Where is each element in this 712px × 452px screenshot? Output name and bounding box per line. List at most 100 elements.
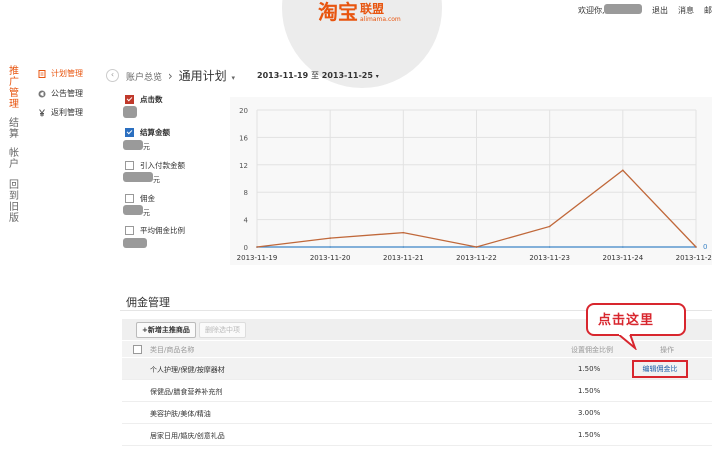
metric-checkbox[interactable] [125,95,134,104]
nav-promotion[interactable]: 推广管理 [9,66,21,110]
subnav-rebate-label: 返利管理 [51,108,83,117]
add-product-button[interactable]: +新增主推商品 [136,322,196,338]
metric-checkbox[interactable] [125,194,134,203]
metric-unit: 元 [153,176,160,184]
yen-icon [39,108,45,116]
row-ratio: 1.50% [578,387,601,395]
table-row[interactable]: 个人护理/保健/按摩器材 1.50% [122,358,712,380]
row-category: 保健品/膳食营养补充剂 [150,388,223,396]
select-all-checkbox[interactable] [133,345,142,354]
chart-area: 0 4 8 12 16 20 2013-11-19 2013-11-20 2013-11-21 2… [230,97,712,265]
data-point [548,225,551,228]
y-tick-label: 4 [244,217,249,225]
commission-section-title: 佣金管理 [126,296,170,309]
metric-unit: 元 [143,143,150,151]
logo-domain-text: alimama.com [360,16,401,23]
subnav-plan-management[interactable]: 计划管理 [38,68,83,79]
breadcrumb: 账户总览 › 通用计划 ▾ [126,67,235,84]
data-point [256,246,258,248]
column-action: 操作 [660,346,674,354]
username-masked [604,4,642,14]
table-row[interactable]: 美容护肤/美体/精油 3.00% [122,402,712,424]
metric-commission[interactable]: 佣金 [125,193,155,204]
metric-value-masked [123,106,137,118]
logo-main-text: 淘宝 [318,0,358,24]
data-point [548,246,551,248]
breadcrumb-parent[interactable]: 账户总览 [126,73,162,83]
metric-settlement-amount[interactable]: 结算金额 [125,127,170,138]
chevron-left-icon: ‹ [110,70,115,79]
row-category: 居家日用/婚庆/创意礼品 [150,432,225,440]
bullhorn-icon [38,90,46,97]
chevron-down-icon[interactable]: ▾ [231,74,235,82]
logout-link[interactable]: 退出 [652,5,668,16]
data-point [622,246,624,248]
metric-value-masked [123,238,147,248]
alimama-logo[interactable]: 淘宝 联盟 alimama.com [318,1,401,23]
x-tick-label: 2013-11-21 [383,254,424,262]
metric-value-masked [123,172,153,182]
subnav-announcement-label: 公告管理 [51,89,83,98]
row-category: 个人护理/保健/按摩器材 [150,366,225,374]
data-point [402,246,405,248]
metric-label: 结算金额 [140,128,170,137]
metric-label: 点击数 [140,95,163,104]
data-point [475,246,478,248]
row-ratio: 1.50% [578,431,601,439]
x-tick-label: 2013-11-22 [456,254,497,262]
mail-link[interactable]: 邮 [704,5,712,16]
annotation-text: 点击这里 [598,313,655,328]
nav-old-version[interactable]: 回到旧版 [9,180,21,224]
data-point [695,246,697,248]
welcome-text: 欢迎你, [578,6,605,15]
y-tick-label: 20 [239,107,248,115]
row-ratio: 3.00% [578,409,601,417]
table-row[interactable]: 保健品/膳食营养补充剂 1.50% [122,380,712,402]
table-row[interactable]: 居家日用/婚庆/创意礼品 1.50% [122,424,712,446]
collapse-sidebar-button[interactable]: ‹ [106,69,119,82]
subnav-announcement[interactable]: 公告管理 [38,88,83,99]
date-end: 2013-11-25 [321,71,373,80]
breadcrumb-separator: › [167,69,173,83]
document-icon [38,69,46,78]
metric-label: 佣金 [140,194,155,203]
x-tick-label: 2013-11-20 [310,254,351,262]
y-tick-label: 12 [239,162,248,170]
callout-pointer [618,334,637,350]
metric-unit: 元 [143,209,150,217]
metric-clicks[interactable]: 点击数 [125,94,163,105]
metric-payment-amount[interactable]: 引入付款金额 [125,160,185,171]
metric-avg-commission-ratio[interactable]: 平均佣金比例 [125,225,185,236]
x-tick-label: 2013-11-23 [529,254,570,262]
metric-checkbox[interactable] [125,128,134,137]
data-point [329,246,331,248]
line-chart: 0 4 8 12 16 20 2013-11-19 2013-11-20 2013-11-21 2… [237,107,712,262]
data-point [402,231,405,234]
subnav-rebate[interactable]: 返利管理 [38,107,83,118]
nav-settlement[interactable]: 结算 [9,118,21,140]
data-point [329,237,331,239]
column-ratio: 设置佣金比例 [571,346,613,354]
delete-selected-button[interactable]: 删除选中项 [199,322,246,338]
y-tick-label: 8 [244,189,248,197]
y-tick-label: 16 [239,134,248,142]
x-tick-label: 2013-11-24 [602,254,643,262]
series-end-label: 0 [703,243,707,251]
nav-account[interactable]: 帐户 [9,148,21,170]
date-range-selector[interactable]: 2013-11-19 至 2013-11-25 ▾ [257,70,379,81]
row-ratio: 1.50% [578,365,601,373]
date-start: 2013-11-19 [257,71,309,80]
metric-value-masked [123,205,143,215]
metric-checkbox[interactable] [125,161,134,170]
column-category: 类目/商品名称 [150,346,195,354]
metric-value-masked [123,140,143,150]
date-sep: 至 [310,71,319,80]
x-tick-label: 2013-11-19 [237,254,278,262]
messages-link[interactable]: 消息 [678,5,694,16]
subnav-plan-label: 计划管理 [51,69,83,78]
edit-commission-ratio-link[interactable]: 编辑佣金比 [632,360,688,378]
chevron-down-icon: ▾ [375,73,379,80]
metric-label: 引入付款金额 [140,161,185,170]
metric-checkbox[interactable] [125,226,134,235]
page-title: 通用计划 [178,69,227,83]
